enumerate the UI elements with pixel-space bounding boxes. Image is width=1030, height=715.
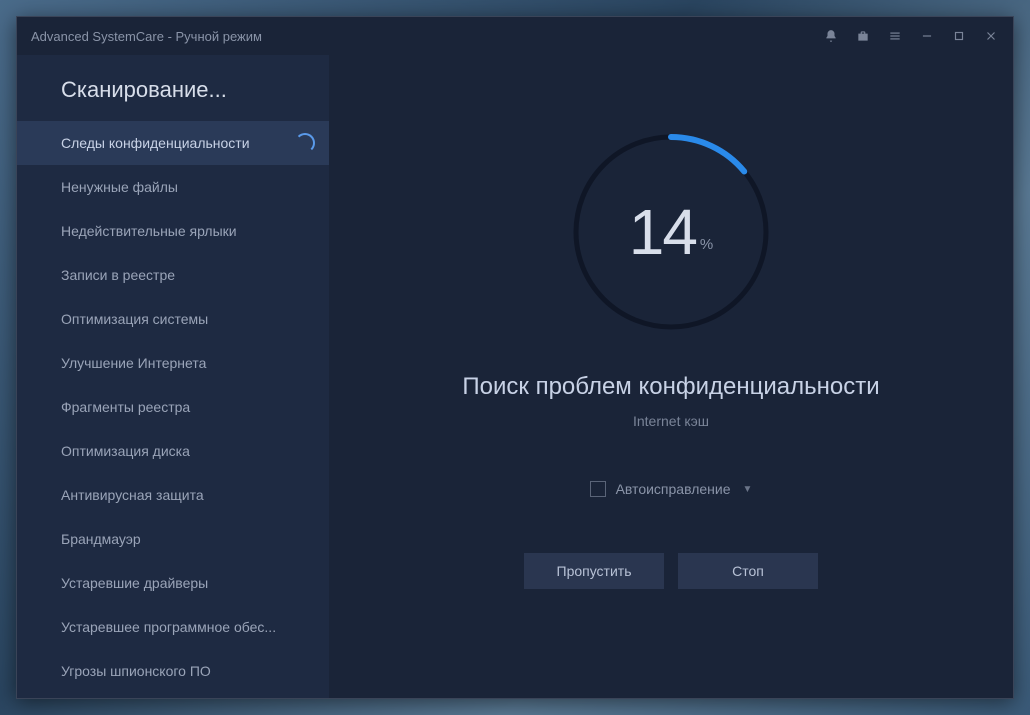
sidebar-item-label: Угрозы шпионского ПО: [61, 663, 315, 679]
sidebar-item-label: Ненужные файлы: [61, 179, 315, 195]
sidebar-item-label: Устаревшие драйверы: [61, 575, 315, 591]
percent-symbol: %: [700, 236, 713, 253]
button-row: Пропустить Стоп: [524, 553, 818, 589]
sidebar-item-11[interactable]: Устаревшее программное обес...: [17, 605, 329, 649]
sidebar-items: Следы конфиденциальности Ненужные файлы Не…: [17, 121, 329, 698]
sidebar-item-4[interactable]: Оптимизация системы: [17, 297, 329, 341]
titlebar[interactable]: Advanced SystemCare - Ручной режим: [17, 17, 1013, 55]
sidebar-item-3[interactable]: Записи в реестре: [17, 253, 329, 297]
sidebar-item-label: Брандмауэр: [61, 531, 315, 547]
menu-icon[interactable]: [881, 22, 909, 50]
titlebar-controls: [817, 22, 1005, 50]
sidebar-item-10[interactable]: Устаревшие драйверы: [17, 561, 329, 605]
skip-button[interactable]: Пропустить: [524, 553, 664, 589]
status-title: Поиск проблем конфиденциальности: [462, 373, 879, 401]
sidebar-item-label: Следы конфиденциальности: [61, 135, 295, 151]
sidebar-item-label: Оптимизация диска: [61, 443, 315, 459]
chevron-down-icon: ▼: [743, 484, 753, 495]
sidebar-item-label: Антивирусная защита: [61, 487, 315, 503]
minimize-icon[interactable]: [913, 22, 941, 50]
close-icon[interactable]: [977, 22, 1005, 50]
progress-center: 14 %: [566, 127, 776, 337]
sidebar: Сканирование... Следы конфиденциальности…: [17, 55, 329, 698]
sidebar-item-5[interactable]: Улучшение Интернета: [17, 341, 329, 385]
sidebar-item-7[interactable]: Оптимизация диска: [17, 429, 329, 473]
status-subtitle: Internet кэш: [633, 413, 709, 429]
sidebar-item-label: Фрагменты реестра: [61, 399, 315, 415]
sidebar-item-0[interactable]: Следы конфиденциальности: [17, 121, 329, 165]
bell-icon[interactable]: [817, 22, 845, 50]
sidebar-item-8[interactable]: Антивирусная защита: [17, 473, 329, 517]
sidebar-item-1[interactable]: Ненужные файлы: [17, 165, 329, 209]
toolbox-icon[interactable]: [849, 22, 877, 50]
autofix-toggle[interactable]: Автоисправление ▼: [590, 481, 753, 497]
body-area: Сканирование... Следы конфиденциальности…: [17, 55, 1013, 698]
sidebar-item-label: Улучшение Интернета: [61, 355, 315, 371]
sidebar-item-2[interactable]: Недействительные ярлыки: [17, 209, 329, 253]
progress-ring: 14 %: [566, 127, 776, 337]
sidebar-item-label: Оптимизация системы: [61, 311, 315, 327]
sidebar-item-9[interactable]: Брандмауэр: [17, 517, 329, 561]
app-window: Advanced SystemCare - Ручной режим: [16, 16, 1014, 699]
sidebar-item-6[interactable]: Фрагменты реестра: [17, 385, 329, 429]
maximize-icon[interactable]: [945, 22, 973, 50]
stop-button[interactable]: Стоп: [678, 553, 818, 589]
checkbox-icon: [590, 481, 606, 497]
sidebar-item-13[interactable]: Недостатки системы: [17, 693, 329, 698]
spinner-icon: [295, 133, 315, 153]
autofix-label: Автоисправление: [616, 481, 731, 497]
sidebar-item-label: Записи в реестре: [61, 267, 315, 283]
window-title: Advanced SystemCare - Ручной режим: [31, 29, 817, 44]
sidebar-item-12[interactable]: Угрозы шпионского ПО: [17, 649, 329, 693]
sidebar-item-label: Устаревшее программное обес...: [61, 619, 315, 635]
progress-value: 14: [629, 195, 696, 269]
sidebar-item-label: Недействительные ярлыки: [61, 223, 315, 239]
main-panel: 14 % Поиск проблем конфиденциальности In…: [329, 55, 1013, 698]
sidebar-title: Сканирование...: [17, 55, 329, 121]
